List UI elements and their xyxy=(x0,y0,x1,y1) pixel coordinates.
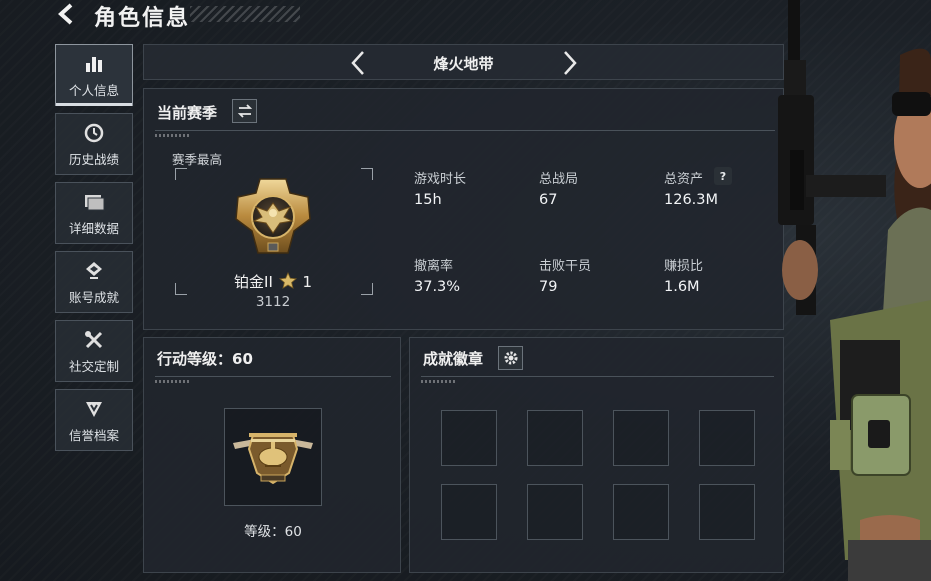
sidebar-item-detailed-data[interactable]: 详细数据 xyxy=(55,182,133,244)
character-model xyxy=(770,0,931,581)
season-divider xyxy=(155,130,775,131)
badge-slot[interactable] xyxy=(613,410,669,466)
action-level-panel: 行动等级：60 等级：60 xyxy=(143,337,401,573)
sidebar-item-label: 账号成就 xyxy=(68,289,119,305)
shield-icon xyxy=(82,397,106,421)
operator-character-image xyxy=(778,0,931,581)
rank-emblem xyxy=(232,175,314,259)
badge-slot[interactable] xyxy=(441,410,497,466)
action-level-divider xyxy=(155,376,391,377)
stat-value-profit-loss: 1.6M xyxy=(664,279,700,295)
badge-slot[interactable] xyxy=(441,484,497,540)
map-name: 烽火地带 xyxy=(433,55,494,73)
next-map-button[interactable] xyxy=(556,49,584,77)
gear-icon xyxy=(504,351,517,365)
swap-icon xyxy=(237,104,252,118)
sidebar-item-label: 详细数据 xyxy=(68,220,119,236)
sidebar-item-social[interactable]: 社交定制 xyxy=(55,320,133,382)
stat-value-total-assets: 126.3M xyxy=(664,192,719,208)
divider-marks xyxy=(155,380,191,383)
trophy-icon xyxy=(82,259,106,283)
header: 角色信息 xyxy=(0,0,310,31)
divider-marks xyxy=(421,380,457,383)
badge-slot[interactable] xyxy=(527,410,583,466)
level-text: 等级：60 xyxy=(244,524,302,540)
bar-chart-icon xyxy=(82,52,106,76)
stat-value-total-matches: 67 xyxy=(539,192,558,208)
rank-name-row: 铂金II 1 xyxy=(144,271,402,292)
frame-corner xyxy=(175,168,187,180)
switch-season-button[interactable] xyxy=(232,99,257,123)
tools-icon xyxy=(82,328,106,352)
stat-label-total-matches: 总战局 xyxy=(539,172,579,187)
sidebar-item-label: 个人信息 xyxy=(68,82,119,98)
badge-slot[interactable] xyxy=(699,484,755,540)
sidebar-item-achievements[interactable]: 账号成就 xyxy=(55,251,133,313)
back-button[interactable] xyxy=(52,2,80,26)
divider-marks xyxy=(155,134,191,137)
achievement-settings-button[interactable] xyxy=(498,346,523,370)
badge-slot[interactable] xyxy=(699,410,755,466)
stat-value-extraction-rate: 37.3% xyxy=(414,279,461,295)
back-arrow-icon xyxy=(58,3,73,25)
stat-label-total-assets: 总资产 xyxy=(664,172,704,187)
stat-label-operators-defeated: 击败干员 xyxy=(539,259,592,274)
stat-value-operators-defeated: 79 xyxy=(539,279,558,295)
sidebar-item-label: 历史战绩 xyxy=(68,151,119,167)
title-decoration xyxy=(190,6,300,22)
rank-stars: 1 xyxy=(302,273,312,291)
badge-slot[interactable] xyxy=(527,484,583,540)
sidebar-item-label: 信誉档案 xyxy=(68,427,119,443)
stat-label-profit-loss: 赚损比 xyxy=(664,259,704,274)
stat-value-play-time: 15h xyxy=(414,192,442,208)
rank-points: 3112 xyxy=(255,294,291,310)
sidebar-item-history[interactable]: 历史战绩 xyxy=(55,113,133,175)
season-panel: 当前赛季 赛季最高 铂金II 1 3112 游戏时长 15h 总战局 67 总资… xyxy=(143,88,784,330)
platinum-rank-icon xyxy=(235,178,311,254)
achievements-divider xyxy=(421,376,774,377)
help-icon[interactable]: ? xyxy=(714,167,732,185)
action-level-title: 行动等级：60 xyxy=(157,350,253,368)
achievements-panel: 成就徽章 xyxy=(409,337,784,573)
badge-slot[interactable] xyxy=(613,484,669,540)
helicopter-emblem-icon xyxy=(233,433,313,485)
rank-name: 铂金II xyxy=(234,273,273,291)
stat-label-play-time: 游戏时长 xyxy=(414,172,467,187)
sidebar-item-credit[interactable]: 信誉档案 xyxy=(55,389,133,451)
achievements-title: 成就徽章 xyxy=(423,350,484,368)
season-title: 当前赛季 xyxy=(157,104,218,122)
page-title: 角色信息 xyxy=(94,6,191,31)
sidebar-item-personal-info[interactable]: 个人信息 xyxy=(55,44,133,106)
stat-label-extraction-rate: 撤离率 xyxy=(414,259,454,274)
clock-icon xyxy=(82,121,106,145)
map-selector: 烽火地带 xyxy=(143,44,784,80)
folder-icon xyxy=(82,190,106,214)
sidebar-item-label: 社交定制 xyxy=(68,358,119,374)
level-emblem-frame xyxy=(224,408,322,506)
star-icon xyxy=(278,271,297,289)
chevron-right-icon xyxy=(564,51,577,75)
season-best-label: 赛季最高 xyxy=(172,152,223,167)
frame-corner xyxy=(361,168,373,180)
